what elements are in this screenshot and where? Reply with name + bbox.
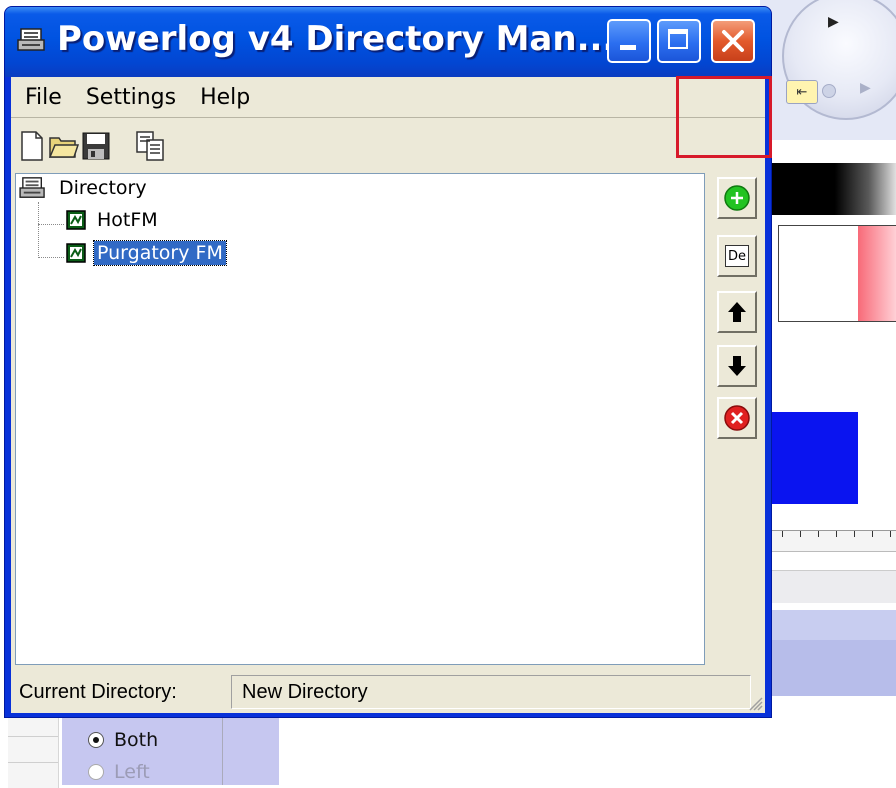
directory-manager-window: Powerlog v4 Directory Man... File Settin… [4,6,772,718]
minimize-button[interactable] [607,19,651,63]
background-level-red [858,225,896,322]
background-panel-white [778,225,862,322]
open-button[interactable] [49,129,79,163]
current-directory-value: New Directory [242,681,368,703]
radio-left-label: Left [114,761,150,783]
tree-root-node[interactable]: Directory [18,176,150,200]
maximize-icon [668,29,688,49]
status-bar: Current Directory: New Directory [11,673,765,713]
directory-app-icon [17,28,45,51]
window-title: Powerlog v4 Directory Man... [57,19,616,59]
directory-tree[interactable]: Directory HotFM Purgatory FM [15,173,705,665]
resize-grip-icon[interactable] [747,695,763,711]
tree-item-label: HotFM [97,209,158,231]
edit-entry-label: De [725,245,749,267]
channel-options-panel-side [222,715,279,785]
edit-entry-button[interactable]: De [717,235,757,277]
menu-settings[interactable]: Settings [76,85,186,110]
background-strip-lavender-dark [770,640,896,696]
radio-both-label: Both [114,729,159,751]
window-client-area: File Settings Help Directory HotFM Purga… [11,77,765,713]
station-icon [66,210,86,230]
move-down-button[interactable] [717,345,757,387]
minimize-icon [620,45,636,50]
open-folder-icon [49,137,79,158]
current-directory-field: New Directory [231,675,751,709]
tree-item-hotfm[interactable]: HotFM [66,208,161,232]
rewind-icon[interactable]: ⇤ [786,80,818,104]
maximize-button[interactable] [657,19,701,63]
background-panel-blue [770,412,858,504]
radio-button-checked[interactable] [88,732,104,748]
menu-divider [11,117,765,118]
delete-entry-button[interactable] [717,397,757,439]
delete-entry-icon [724,405,750,431]
toolbar [17,125,167,167]
move-up-icon [728,302,746,322]
add-entry-button[interactable] [717,177,757,219]
station-icon [66,243,86,263]
copy-documents-icon [136,131,164,161]
menu-help[interactable]: Help [190,85,260,110]
add-entry-icon [724,185,750,211]
status-label: Current Directory: [19,681,177,703]
directory-icon [19,177,45,198]
forward-icon[interactable]: ▶ [860,80,871,96]
menu-bar: File Settings Help [11,77,765,117]
background-left-panel [8,718,59,788]
background-meter [760,163,896,215]
radio-button-unchecked [88,764,104,780]
tree-root-label: Directory [59,177,147,199]
menu-file[interactable]: File [15,85,72,110]
new-document-icon [21,131,43,161]
background-strip-lavender [770,610,896,640]
radio-left: Left [88,761,150,783]
save-button[interactable] [81,129,111,163]
radio-both[interactable]: Both [88,729,158,751]
highlight-box [676,76,772,158]
background-ruler [770,530,896,552]
play-icon[interactable]: ▶ [828,14,839,30]
close-button[interactable] [711,19,755,63]
new-button[interactable] [17,129,47,163]
title-bar[interactable]: Powerlog v4 Directory Man... [5,7,771,77]
move-down-icon [728,356,746,376]
stop-dot-icon[interactable] [822,84,836,98]
tree-item-purgatory-fm[interactable]: Purgatory FM [66,240,227,266]
copy-button[interactable] [135,129,165,163]
background-strip [770,570,896,603]
tree-item-label-selected: Purgatory FM [93,240,227,266]
move-up-button[interactable] [717,291,757,333]
save-disk-icon [82,132,110,160]
close-icon [722,30,744,52]
